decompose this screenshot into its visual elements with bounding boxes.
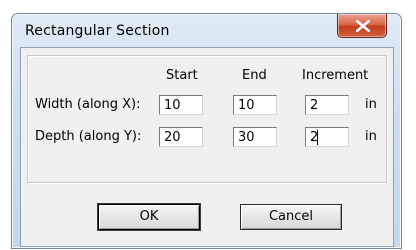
- width-increment-field[interactable]: [305, 95, 349, 115]
- width-label: Width (along X):: [35, 97, 141, 112]
- column-header-end: End: [242, 68, 267, 83]
- dialog-title: Rectangular Section: [25, 23, 170, 39]
- depth-end-field[interactable]: [233, 127, 277, 147]
- width-unit: in: [365, 97, 377, 112]
- text-cursor: [317, 130, 318, 145]
- depth-increment-field[interactable]: [305, 127, 349, 147]
- column-header-start: Start: [166, 68, 198, 83]
- width-start-field[interactable]: [159, 95, 203, 115]
- close-icon: [356, 20, 370, 32]
- width-end-field[interactable]: [233, 95, 277, 115]
- column-header-increment: Increment: [302, 68, 369, 83]
- close-button[interactable]: [337, 14, 387, 38]
- ok-button[interactable]: OK: [97, 203, 201, 231]
- dialog-client-area: Start End Increment Width (along X): in …: [20, 47, 394, 247]
- dialog-window: Rectangular Section Start End Increment …: [11, 13, 402, 249]
- depth-unit: in: [365, 129, 377, 144]
- cancel-button[interactable]: Cancel: [240, 204, 342, 230]
- depth-start-field[interactable]: [159, 127, 203, 147]
- depth-label: Depth (along Y):: [35, 129, 142, 144]
